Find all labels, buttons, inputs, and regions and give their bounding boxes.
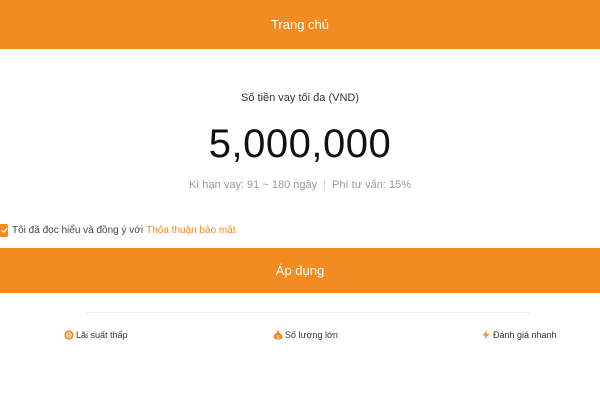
feature-low-interest: Lãi suất thấp xyxy=(64,330,128,340)
feature-fast-review: Đánh giá nhanh xyxy=(481,330,557,340)
section-divider xyxy=(86,312,530,313)
agreement-checkbox[interactable] xyxy=(0,223,8,237)
max-loan-label: Số tiền vay tối đa (VND) xyxy=(241,92,359,104)
apply-button-label: Áp dụng xyxy=(275,263,325,278)
page-title: Trang chủ xyxy=(270,17,330,32)
terms-divider xyxy=(324,179,326,191)
consulting-fee-text: Phí tư vấn: 15% xyxy=(332,179,412,191)
feature-label: Số lượng lớn xyxy=(285,330,338,340)
max-loan-amount: 5,000,000 xyxy=(208,122,392,166)
feature-label: Lãi suất thấp xyxy=(76,330,128,340)
privacy-agreement-link[interactable]: Thỏa thuận bảo mật xyxy=(146,225,236,236)
agreement-row: Tôi đã đọc hiểu và đồng ý với Thỏa thuận… xyxy=(0,223,236,237)
lightning-icon xyxy=(482,330,490,340)
feature-large-amount: $ Số lượng lớn xyxy=(273,330,338,340)
loan-term-text: Kì hạn vay: 91 ~ 180 ngày xyxy=(188,179,318,191)
feature-label: Đánh giá nhanh xyxy=(493,330,557,340)
svg-text:$: $ xyxy=(277,334,280,340)
feature-list: Lãi suất thấp $ Số lượng lớn Đánh giá nh… xyxy=(0,330,600,350)
apply-button[interactable]: Áp dụng xyxy=(0,248,600,293)
money-bag-icon: $ xyxy=(273,330,283,340)
loan-terms-row: Kì hạn vay: 91 ~ 180 ngày Phí tư vấn: 15… xyxy=(0,179,600,191)
coin-icon xyxy=(64,330,74,340)
loan-amount-card: Số tiền vay tối đa (VND) 5,000,000 Kì hạ… xyxy=(0,49,600,219)
agreement-text: Tôi đã đọc hiểu và đồng ý với xyxy=(12,224,144,236)
top-header: Trang chủ xyxy=(0,0,600,49)
checkmark-icon xyxy=(0,227,8,233)
